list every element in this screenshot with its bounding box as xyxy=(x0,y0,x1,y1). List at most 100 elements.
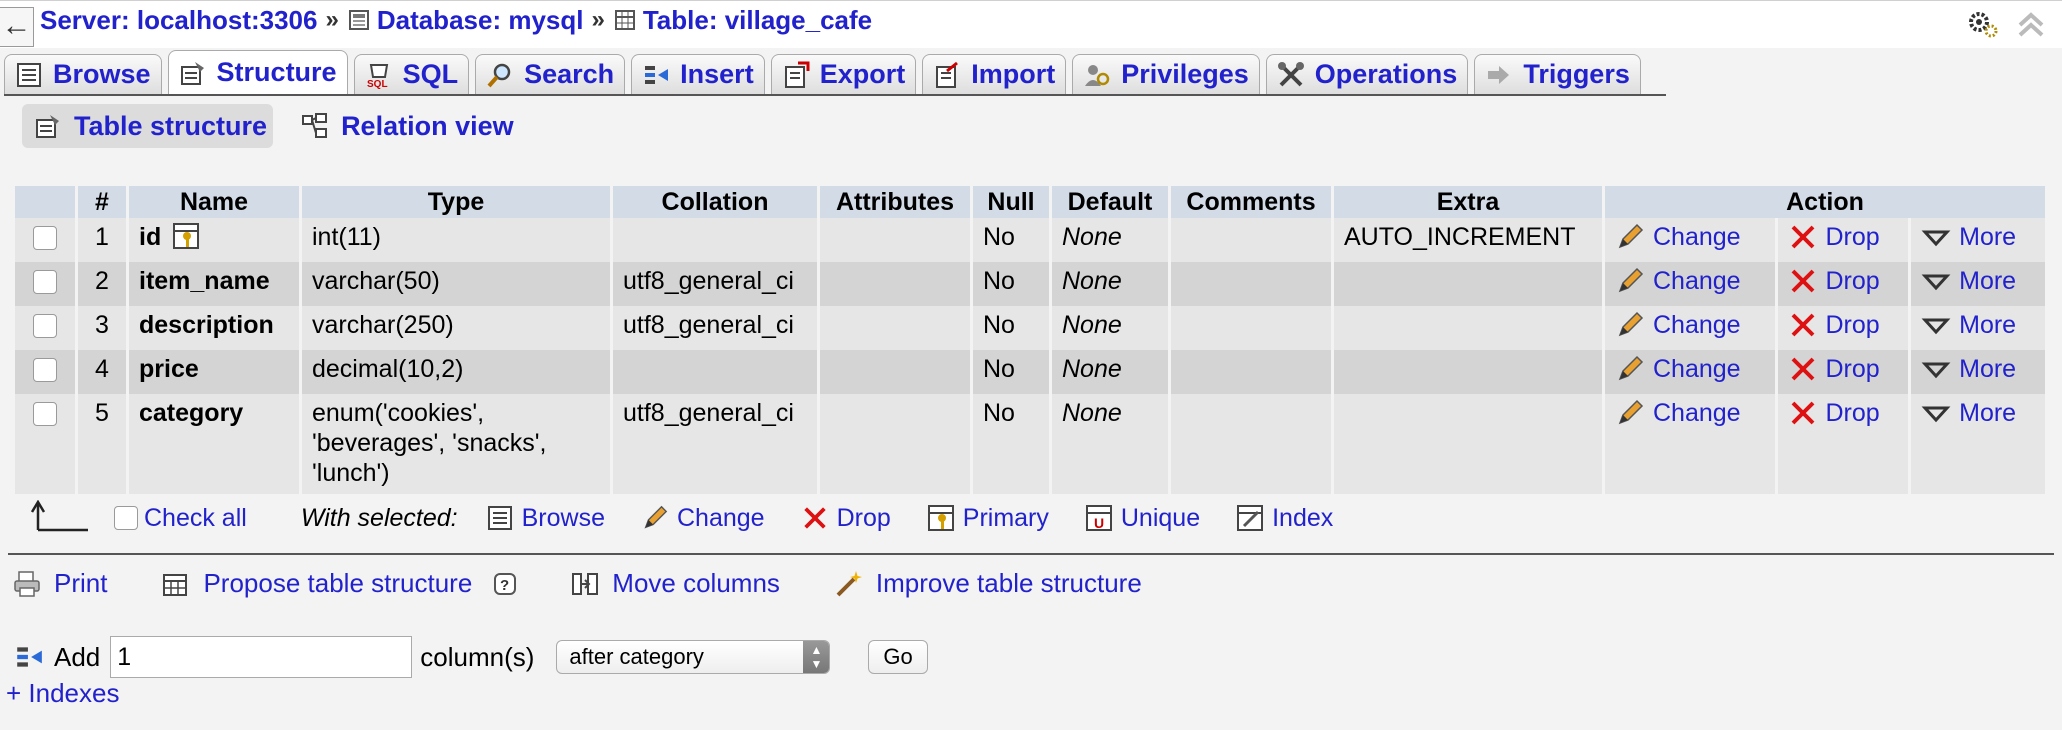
tab-label: SQL xyxy=(402,59,459,89)
bulk-browse-button[interactable]: Browse xyxy=(486,504,605,533)
row-checkbox[interactable] xyxy=(33,402,57,426)
subtab-relation-view[interactable]: Relation view xyxy=(289,104,520,148)
tab-structure[interactable]: Structure xyxy=(167,50,348,94)
change-link[interactable]: Change xyxy=(1615,266,1765,296)
header-name: Name xyxy=(129,186,299,218)
drop-link[interactable]: Drop xyxy=(1788,310,1899,340)
unique-icon: U xyxy=(1085,505,1112,531)
subtab-table-structure[interactable]: Table structure xyxy=(22,104,274,148)
breadcrumb-server[interactable]: Server: localhost:3306 xyxy=(40,5,317,36)
collapse-up-icon[interactable] xyxy=(2014,7,2048,41)
bulk-unique-button[interactable]: U Unique xyxy=(1085,504,1200,533)
drop-link[interactable]: Drop xyxy=(1788,266,1899,296)
more-dropdown[interactable]: More xyxy=(1921,354,2035,384)
column-count-input[interactable] xyxy=(110,636,413,678)
breadcrumb-table[interactable]: Table: village_cafe xyxy=(613,5,872,36)
more-dropdown[interactable]: More xyxy=(1921,266,2035,296)
row-comments xyxy=(1171,262,1331,306)
row-num: 2 xyxy=(78,262,126,306)
pencil-icon xyxy=(1618,399,1644,425)
column-position-select[interactable]: after category ▲ ▼ xyxy=(556,640,831,674)
relation-icon xyxy=(302,113,328,138)
row-checkbox[interactable] xyxy=(33,270,57,294)
improve-structure-link[interactable]: Improve table structure xyxy=(834,568,1142,599)
index-icon xyxy=(1237,505,1264,531)
tab-privileges[interactable]: Privileges xyxy=(1072,54,1260,94)
propose-structure-link[interactable]: Propose table structure xyxy=(161,568,472,599)
drop-label: Drop xyxy=(1825,311,1880,339)
drop-link[interactable]: Drop xyxy=(1788,354,1899,384)
improve-structure-label: Improve table structure xyxy=(875,568,1142,598)
tab-browse[interactable]: Browse xyxy=(4,54,162,94)
drop-x-icon xyxy=(1791,269,1814,293)
table-row: 4 price decimal(10,2) No None Change Dro… xyxy=(15,350,2045,394)
tab-triggers[interactable]: Triggers xyxy=(1474,54,1641,94)
triangle-down-icon xyxy=(1921,318,1951,335)
check-all-link[interactable]: Check all xyxy=(144,504,247,533)
header-default: Default xyxy=(1052,186,1168,218)
row-attributes xyxy=(820,306,970,350)
print-link[interactable]: Print xyxy=(12,568,107,599)
drop-link[interactable]: Drop xyxy=(1788,398,1899,428)
change-link[interactable]: Change xyxy=(1615,310,1765,340)
row-collation xyxy=(613,218,817,262)
row-checkbox[interactable] xyxy=(33,358,57,382)
go-button[interactable]: Go xyxy=(868,640,928,674)
bulk-primary-button[interactable]: Primary xyxy=(927,504,1049,533)
row-more-cell: More xyxy=(1911,350,2045,394)
structure-table: # Name Type Collation Attributes Null De… xyxy=(12,186,2048,494)
select-arrows-icon: ▲ ▼ xyxy=(803,641,830,673)
table-row: 1 id int(11) No None AUTO_INCREMENT Chan… xyxy=(15,218,2045,262)
change-link[interactable]: Change xyxy=(1615,398,1765,428)
database-icon xyxy=(348,10,369,30)
insert-icon xyxy=(645,65,669,84)
row-drop-cell: Drop xyxy=(1777,262,1909,306)
more-label: More xyxy=(1959,355,2017,383)
row-collation xyxy=(613,350,817,394)
indexes-link[interactable]: + Indexes xyxy=(6,678,119,709)
back-button[interactable]: ← xyxy=(0,7,34,47)
tab-sql[interactable]: SQL SQL xyxy=(353,54,470,94)
breadcrumb-database[interactable]: Database: mysql xyxy=(347,5,583,36)
row-checkbox[interactable] xyxy=(33,314,57,338)
change-link[interactable]: Change xyxy=(1615,354,1765,384)
bulk-drop-button[interactable]: Drop xyxy=(801,504,891,533)
tab-import[interactable]: Import xyxy=(922,54,1067,94)
gear-icon[interactable] xyxy=(1966,7,2000,41)
row-name: category xyxy=(129,394,299,494)
more-dropdown[interactable]: More xyxy=(1921,398,2035,428)
tab-insert[interactable]: Insert xyxy=(631,54,765,94)
table-row: 3 description varchar(250) utf8_general_… xyxy=(15,306,2045,350)
magic-wand-icon xyxy=(836,570,862,596)
with-selected-bar: Check all With selected: Browse Change D… xyxy=(30,498,1369,538)
tab-operations[interactable]: Operations xyxy=(1265,54,1469,94)
row-comments xyxy=(1171,350,1331,394)
tab-label: Insert xyxy=(680,59,754,89)
move-columns-label: Move columns xyxy=(612,568,780,598)
row-type: int(11) xyxy=(302,218,610,262)
row-extra xyxy=(1334,350,1602,394)
header-null: Null xyxy=(973,186,1049,218)
more-dropdown[interactable]: More xyxy=(1921,222,2035,252)
help-icon[interactable]: ? xyxy=(494,572,517,595)
change-link[interactable]: Change xyxy=(1615,222,1765,252)
row-checkbox[interactable] xyxy=(33,226,57,250)
more-dropdown[interactable]: More xyxy=(1921,310,2035,340)
bulk-change-button[interactable]: Change xyxy=(641,504,765,533)
row-select-cell xyxy=(15,394,75,494)
column-name: id xyxy=(139,223,162,251)
change-label: Change xyxy=(1653,223,1741,251)
move-columns-link[interactable]: Move columns xyxy=(570,568,780,599)
row-drop-cell: Drop xyxy=(1777,306,1909,350)
drop-x-icon xyxy=(803,507,826,529)
tab-search[interactable]: Search xyxy=(475,54,626,94)
row-change-cell: Change xyxy=(1605,262,1775,306)
row-comments xyxy=(1171,306,1331,350)
drop-link[interactable]: Drop xyxy=(1788,222,1899,252)
tab-export[interactable]: Export xyxy=(770,54,917,94)
check-all-checkbox[interactable] xyxy=(114,506,138,530)
row-attributes xyxy=(820,394,970,494)
tab-label: Privileges xyxy=(1121,59,1249,89)
breadcrumb-separator: » xyxy=(591,6,605,33)
bulk-index-button[interactable]: Index xyxy=(1236,504,1333,533)
